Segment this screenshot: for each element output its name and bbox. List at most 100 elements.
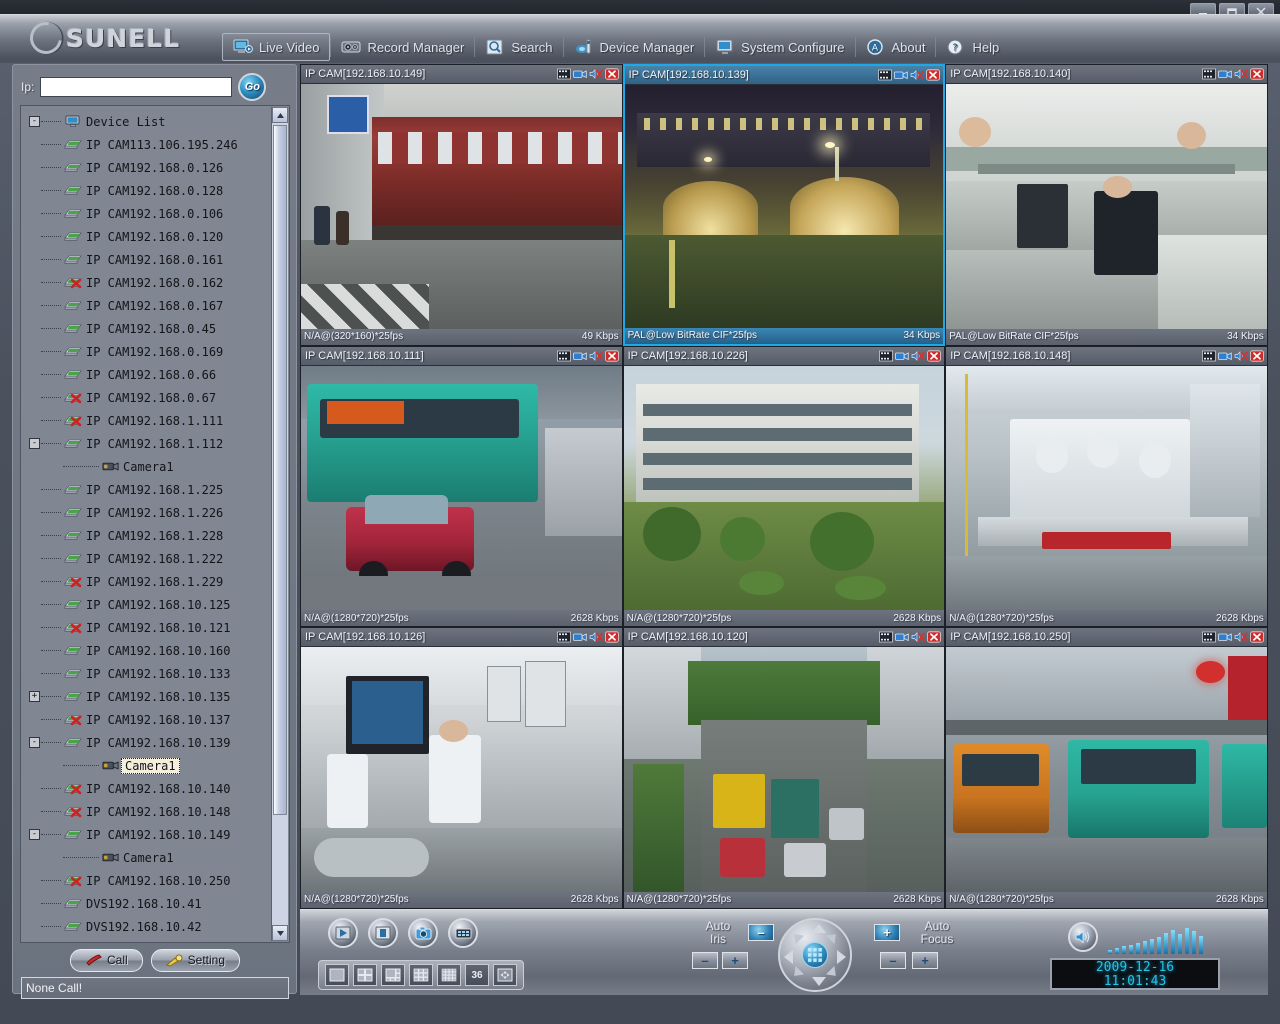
tree-item-device[interactable]: IP CAM192.168.1.111 bbox=[25, 409, 273, 432]
ptz-down-arrow[interactable] bbox=[812, 977, 826, 986]
tree-item-camera[interactable]: Camera1 bbox=[25, 846, 273, 869]
toolbar-item-help[interactable]: ? Help bbox=[936, 34, 1009, 60]
layout-1-button[interactable] bbox=[325, 964, 349, 986]
video-image[interactable] bbox=[946, 365, 1267, 611]
play-button[interactable] bbox=[328, 918, 358, 948]
tree-item-device[interactable]: DVS192.168.10.42 bbox=[25, 915, 273, 938]
device-tree-scrollbar[interactable] bbox=[271, 107, 288, 941]
iris-dec-button[interactable]: – bbox=[692, 952, 718, 969]
tree-item-device[interactable]: IP CAM192.168.0.120 bbox=[25, 225, 273, 248]
layout-16-button[interactable] bbox=[437, 964, 461, 986]
focus-plus-button[interactable]: + bbox=[874, 924, 900, 941]
close-icon[interactable] bbox=[605, 631, 619, 643]
tree-item-device[interactable]: IP CAM192.168.10.148 bbox=[25, 800, 273, 823]
tree-item-device[interactable]: IP CAM192.168.0.66 bbox=[25, 363, 273, 386]
layout-36-button[interactable]: 36 bbox=[465, 964, 489, 986]
speaker-button[interactable] bbox=[1068, 922, 1098, 952]
tree-item-device[interactable]: IP CAM192.168.0.45 bbox=[25, 317, 273, 340]
video-image[interactable] bbox=[624, 365, 945, 611]
filmstrip-icon[interactable] bbox=[557, 68, 571, 80]
toolbar-item-live-video[interactable]: Live Video bbox=[222, 33, 330, 61]
speaker-mute-icon[interactable] bbox=[1234, 68, 1248, 80]
expander-toggle[interactable]: - bbox=[29, 737, 40, 748]
call-button[interactable]: Call bbox=[70, 949, 143, 972]
tree-item-device[interactable]: DVS192.168.10.41 bbox=[25, 892, 273, 915]
speaker-mute-icon[interactable] bbox=[1234, 631, 1248, 643]
video-cell[interactable]: IP CAM[192.168.10.111]N/A@(1280*720)*25f… bbox=[300, 346, 623, 628]
camera-icon[interactable] bbox=[895, 350, 909, 362]
tree-item-device[interactable]: IP CAM192.168.10.160 bbox=[25, 639, 273, 662]
ptz-downright-arrow[interactable] bbox=[826, 966, 840, 980]
video-cell[interactable]: IP CAM[192.168.10.120]N/A@(1280*720)*25f… bbox=[623, 627, 946, 909]
iris-minus-button[interactable]: – bbox=[748, 924, 774, 941]
video-image[interactable] bbox=[301, 83, 622, 329]
speaker-mute-icon[interactable] bbox=[589, 350, 603, 362]
video-cell[interactable]: IP CAM[192.168.10.148]N/A@(1280*720)*25f… bbox=[945, 346, 1268, 628]
ptz-downleft-arrow[interactable] bbox=[790, 966, 804, 980]
camera-icon[interactable] bbox=[1218, 631, 1232, 643]
filmstrip-icon[interactable] bbox=[557, 631, 571, 643]
tree-item-device[interactable]: -IP CAM192.168.1.112 bbox=[25, 432, 273, 455]
tree-item-device[interactable]: IP CAM192.168.0.128 bbox=[25, 179, 273, 202]
layout-6-button[interactable] bbox=[381, 964, 405, 986]
layout-9-button[interactable] bbox=[409, 964, 433, 986]
tree-item-device[interactable]: IP CAM192.168.1.225 bbox=[25, 478, 273, 501]
go-button[interactable]: Go bbox=[238, 73, 266, 101]
layout-fullscreen-button[interactable] bbox=[493, 964, 517, 986]
scrollbar-thumb[interactable] bbox=[273, 125, 287, 815]
expander-toggle[interactable]: + bbox=[29, 691, 40, 702]
tree-item-device[interactable]: IP CAM192.168.10.137 bbox=[25, 708, 273, 731]
close-icon[interactable] bbox=[605, 68, 619, 80]
speaker-mute-icon[interactable] bbox=[1234, 350, 1248, 362]
toolbar-item-device-manager[interactable]: Device Manager bbox=[564, 34, 705, 60]
toolbar-item-record-manager[interactable]: Record Manager bbox=[331, 34, 474, 60]
ip-input[interactable] bbox=[40, 77, 232, 97]
tree-item-camera[interactable]: Camera1 bbox=[25, 455, 273, 478]
close-icon[interactable] bbox=[927, 631, 941, 643]
speaker-mute-icon[interactable] bbox=[911, 350, 925, 362]
video-image[interactable] bbox=[625, 84, 944, 328]
scroll-up-button[interactable] bbox=[272, 107, 288, 123]
stop-button[interactable] bbox=[368, 918, 398, 948]
tree-item-device[interactable]: IP CAM192.168.10.121 bbox=[25, 616, 273, 639]
tree-item-device[interactable]: -IP CAM192.168.10.139 bbox=[25, 731, 273, 754]
toolbar-item-system-configure[interactable]: System Configure bbox=[705, 34, 854, 60]
video-image[interactable] bbox=[301, 365, 622, 611]
filmstrip-icon[interactable] bbox=[1202, 68, 1216, 80]
ptz-right-arrow[interactable] bbox=[837, 950, 846, 964]
tree-item-device[interactable]: IP CAM192.168.1.226 bbox=[25, 501, 273, 524]
tree-item-device[interactable]: IP CAM192.168.10.250 bbox=[25, 869, 273, 892]
tree-item-device[interactable]: IP CAM192.168.0.167 bbox=[25, 294, 273, 317]
tree-item-device[interactable]: IP CAM192.168.1.222 bbox=[25, 547, 273, 570]
tree-item-device[interactable]: IP CAM113.106.195.246 bbox=[25, 133, 273, 156]
tree-item-device[interactable]: IP CAM192.168.1.229 bbox=[25, 570, 273, 593]
filmstrip-icon[interactable] bbox=[1202, 631, 1216, 643]
focus-dec-button[interactable]: – bbox=[880, 952, 906, 969]
tree-item-camera[interactable]: Camera1 bbox=[25, 754, 273, 777]
speaker-mute-icon[interactable] bbox=[911, 631, 925, 643]
snapshot-button[interactable] bbox=[408, 918, 438, 948]
camera-icon[interactable] bbox=[1218, 68, 1232, 80]
video-image[interactable] bbox=[301, 646, 622, 892]
speaker-mute-icon[interactable] bbox=[589, 68, 603, 80]
close-icon[interactable] bbox=[926, 69, 940, 81]
close-icon[interactable] bbox=[1250, 631, 1264, 643]
video-cell[interactable]: IP CAM[192.168.10.140]PAL@Low BitRate CI… bbox=[945, 64, 1268, 346]
ptz-left-arrow[interactable] bbox=[784, 950, 793, 964]
ptz-joystick[interactable] bbox=[778, 918, 852, 992]
tree-item-device[interactable]: IP CAM192.168.0.161 bbox=[25, 248, 273, 271]
filmstrip-icon[interactable] bbox=[1202, 350, 1216, 362]
video-cell[interactable]: IP CAM[192.168.10.149]N/A@(320*160)*25fp… bbox=[300, 64, 623, 346]
speaker-mute-icon[interactable] bbox=[589, 631, 603, 643]
camera-icon[interactable] bbox=[573, 631, 587, 643]
video-cell[interactable]: IP CAM[192.168.10.126]N/A@(1280*720)*25f… bbox=[300, 627, 623, 909]
iris-inc-button[interactable]: + bbox=[722, 952, 748, 969]
close-icon[interactable] bbox=[1250, 68, 1264, 80]
filmstrip-icon[interactable] bbox=[557, 350, 571, 362]
expander-toggle[interactable]: - bbox=[29, 829, 40, 840]
filmstrip-icon[interactable] bbox=[879, 350, 893, 362]
close-icon[interactable] bbox=[605, 350, 619, 362]
setting-button[interactable]: Setting bbox=[151, 949, 240, 972]
record-button[interactable] bbox=[448, 918, 478, 948]
tree-item-device[interactable]: IP CAM192.168.0.169 bbox=[25, 340, 273, 363]
